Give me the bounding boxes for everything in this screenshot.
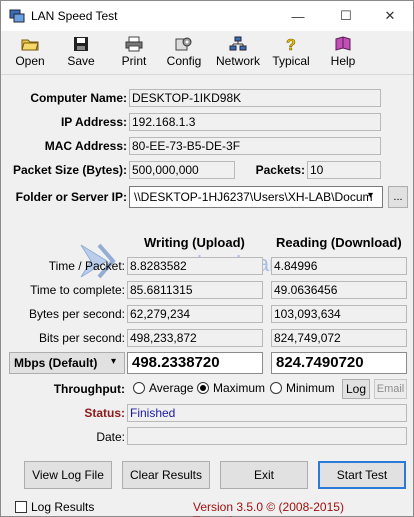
log-button[interactable]: Log [342, 379, 370, 399]
packet-size-label: Packet Size (Bytes): [12, 163, 127, 177]
chevron-down-icon[interactable]: ▾ [368, 190, 373, 201]
toolbar-label: Save [67, 54, 95, 68]
browse-button[interactable]: ... [388, 186, 408, 208]
writing-header: Writing (Upload) [144, 235, 245, 250]
throughput-label: Throughput: [53, 382, 125, 396]
reading-header: Reading (Download) [276, 235, 402, 250]
printer-icon [125, 36, 143, 52]
radio-label: Minimum [286, 381, 335, 395]
ip-address-field: 192.168.1.3 [129, 113, 381, 131]
computer-name-field: DESKTOP-1IKD98K [129, 89, 381, 107]
help-book-icon [335, 36, 351, 51]
bytes-per-second-label: Bytes per second: [28, 307, 125, 321]
unit-select-value: Mbps (Default) [14, 356, 98, 370]
time-complete-write: 85.6811315 [127, 281, 263, 299]
time-packet-read: 4.84996 [271, 257, 407, 275]
mac-address-field: 80-EE-73-B5-DE-3F [129, 137, 381, 155]
close-button[interactable]: ✕ [367, 1, 413, 31]
exit-button[interactable]: Exit [220, 461, 308, 489]
bits-per-second-read: 824,749,072 [271, 329, 407, 347]
radio-average[interactable]: Average [133, 381, 193, 395]
packets-field[interactable]: 10 [307, 161, 381, 179]
toolbar-network-button[interactable]: Network [213, 36, 263, 72]
log-results-checkbox[interactable]: Log Results [15, 500, 94, 514]
packet-size-field[interactable]: 500,000,000 [129, 161, 235, 179]
status-value: Finished [127, 404, 407, 422]
question-icon: ? [286, 37, 296, 52]
toolbar-label: Network [215, 54, 260, 68]
chevron-down-icon[interactable]: ▾ [111, 356, 116, 367]
open-folder-icon [21, 39, 39, 51]
toolbar-help-button[interactable]: Help [327, 36, 359, 72]
ip-address-label: IP Address: [60, 115, 127, 129]
date-value [127, 427, 407, 445]
app-icon [9, 9, 25, 23]
svg-text:?: ? [286, 37, 296, 52]
toolbar-print-button[interactable]: Print [118, 36, 150, 72]
toolbar-save-button[interactable]: Save [65, 36, 97, 72]
radio-label: Average [149, 381, 194, 395]
view-log-file-button[interactable]: View Log File [24, 461, 112, 489]
log-results-label: Log Results [31, 500, 95, 514]
app-window: LAN Speed Test — ☐ ✕ Open Save Print Con… [0, 0, 414, 517]
bytes-per-second-write: 62,279,234 [127, 305, 263, 323]
radio-circle [270, 382, 282, 394]
bytes-per-second-read: 103,093,634 [271, 305, 407, 323]
toolbar-label: Open [15, 54, 45, 68]
packets-label: Packets: [255, 163, 305, 177]
toolbar-label: Typical [272, 54, 310, 68]
config-icon [175, 37, 192, 51]
folder-value: \\DESKTOP-1HJ6237\Users\XH-LAB\Docum [134, 190, 373, 204]
checkbox-box [15, 501, 27, 513]
computer-name-label: Computer Name: [30, 91, 127, 105]
toolbar: Open Save Print Config Network ? Typical… [1, 31, 413, 75]
radio-label: Maximum [213, 381, 266, 395]
toolbar-typical-button[interactable]: ? Typical [269, 36, 313, 72]
bits-per-second-label: Bits per second: [38, 331, 125, 345]
maximize-button[interactable]: ☐ [323, 1, 369, 31]
unit-select[interactable]: Mbps (Default) [9, 352, 125, 374]
toolbar-label: Print [121, 54, 147, 68]
mbps-read-value: 824.7490720 [271, 352, 407, 374]
window-title: LAN Speed Test [31, 9, 118, 23]
radio-circle [133, 382, 145, 394]
radio-maximum[interactable]: Maximum [197, 381, 265, 395]
folder-label: Folder or Server IP: [15, 190, 127, 204]
time-complete-read: 49.0636456 [271, 281, 407, 299]
network-icon [229, 36, 247, 51]
time-packet-label: Time / Packet: [48, 259, 125, 273]
toolbar-label: Config [166, 54, 202, 68]
clear-results-button[interactable]: Clear Results [122, 461, 210, 489]
time-packet-write: 8.8283582 [127, 257, 263, 275]
toolbar-open-button[interactable]: Open [13, 36, 47, 72]
toolbar-config-button[interactable]: Config [164, 36, 204, 72]
status-label: Status: [84, 406, 125, 420]
time-complete-label: Time to complete: [30, 283, 125, 297]
start-test-button[interactable]: Start Test [318, 461, 406, 489]
mac-address-label: MAC Address: [44, 139, 127, 153]
radio-minimum[interactable]: Minimum [270, 381, 335, 395]
radio-dot [200, 385, 206, 391]
minimize-button[interactable]: — [275, 1, 321, 31]
email-button[interactable]: Email [374, 379, 407, 399]
floppy-disk-icon [74, 37, 88, 51]
toolbar-label: Help [330, 54, 356, 68]
folder-dropdown[interactable]: \\DESKTOP-1HJ6237\Users\XH-LAB\Docum [129, 186, 383, 208]
radio-circle-selected [197, 382, 209, 394]
version-text: Version 3.5.0 © (2008-2015) Totusoft.com [193, 500, 344, 517]
title-bar: LAN Speed Test — ☐ ✕ [1, 1, 413, 31]
mbps-write-value: 498.2338720 [127, 352, 263, 374]
bits-per-second-write: 498,233,872 [127, 329, 263, 347]
date-label: Date: [96, 430, 125, 444]
